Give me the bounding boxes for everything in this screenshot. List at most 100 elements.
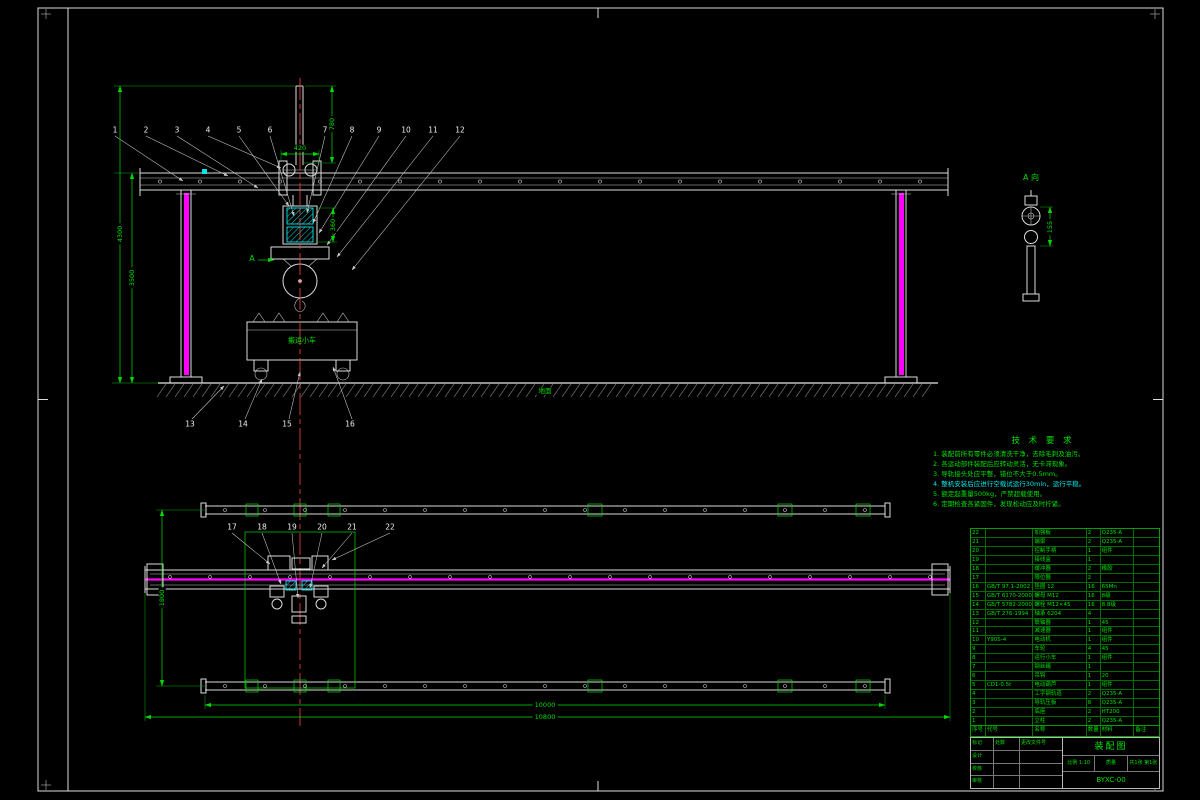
bom-cell: CD1-0.5t: [984, 681, 1032, 690]
tb-count-label: 处数: [993, 738, 1019, 750]
bom-cell: 限位器: [1032, 573, 1085, 582]
bom-cell: 22: [972, 530, 979, 536]
bom-row: 14 GB/T 5782-2000 螺栓 M12×45 16 8.8级: [971, 599, 1159, 609]
bom-cell: 备注: [1133, 725, 1159, 736]
bom-cell: [984, 699, 1032, 708]
bom-cell: 2: [1085, 529, 1100, 537]
bom-cell: [984, 546, 1032, 555]
bom-cell: GB/T 6170-2000: [984, 591, 1032, 600]
bom-row: 2 底座 2 HT200: [971, 707, 1159, 717]
cart-label: 搬运小车: [288, 336, 316, 345]
tech-requirement-line: 4. 整机安装后应进行空载试运行30min，运行平稳。: [933, 480, 1086, 488]
bom-cell: Y90S-4: [984, 636, 1032, 645]
bom-cell: [1133, 529, 1159, 537]
bom-cell: [1133, 591, 1159, 600]
part-balloon: 8: [349, 125, 355, 135]
bom-cell: 序号: [972, 726, 984, 733]
bom-cell: [1133, 681, 1159, 690]
bom-cell: 16: [1085, 600, 1100, 609]
bom-cell: [1133, 690, 1159, 699]
bom-cell: [1133, 672, 1159, 681]
bom-cell: 2: [1085, 708, 1100, 717]
bom-cell: 1: [1085, 672, 1100, 681]
bom-cell: [984, 654, 1032, 663]
tech-requirement-line: 1. 装配前所有零件必须清洗干净，去除毛刺及油污。: [933, 450, 1085, 458]
bom-row: 8 运行小车 1 组件: [971, 653, 1159, 663]
bom-cell: 18: [972, 565, 979, 572]
dim-rail-height: 3500: [127, 267, 136, 289]
title-block-right: 装配图 比例 1:10 质量 共1张 第1张 BYXC-00: [1063, 738, 1159, 788]
bom-cell: Q235-A: [1099, 690, 1134, 699]
bom-cell: 工字钢轨道: [1032, 690, 1085, 699]
bom-cell: 名称: [1032, 725, 1085, 736]
bom-cell: [984, 708, 1032, 717]
bom-cell: [984, 627, 1032, 636]
bom-row: 1 立柱 2 Q235-A: [971, 716, 1159, 725]
bom-row: 6 吊钩 1 20: [971, 671, 1159, 681]
bom-cell: 20: [1099, 672, 1134, 681]
tb-sheet: 共1张 第1张: [1126, 756, 1159, 771]
bom-cell: 钢丝绳: [1032, 663, 1085, 672]
tech-requirement-line: 2. 各运动部件装配后应转动灵活，无卡滞现象。: [933, 460, 1072, 468]
part-balloon: 3: [174, 125, 180, 135]
bom-cell: Q235-A: [1099, 717, 1134, 725]
bom-cell: 减速器: [1032, 627, 1085, 636]
bom-row: 13 GB/T 276-1994 轴承 6204 4: [971, 608, 1159, 618]
part-balloon: 12: [455, 125, 465, 135]
bom-cell: 电动机: [1032, 636, 1085, 645]
tb-audit-label: 审核: [972, 778, 983, 785]
bom-cell: 2: [1085, 717, 1100, 725]
bom-cell: 电动葫芦: [1032, 681, 1085, 690]
bom-row: 9 车轮 4 45: [971, 644, 1159, 654]
part-balloon: 15: [282, 419, 292, 429]
part-balloon: 20: [317, 522, 327, 532]
bom-cell: 4: [1085, 609, 1100, 618]
bom-cell: [1099, 663, 1134, 672]
part-balloon: 9: [376, 125, 382, 135]
bom-cell: 材料: [1099, 725, 1134, 736]
bom-cell: 运行小车: [1032, 654, 1085, 663]
bom-cell: [984, 555, 1032, 564]
bom-row: 19 接线盒 1: [971, 554, 1159, 564]
bom-cell: 组件: [1099, 636, 1134, 645]
bom-cell: [1133, 546, 1159, 555]
plan-dimensions: [144, 509, 951, 721]
bom-cell: 1: [1085, 636, 1100, 645]
title-block: 标记 处数 更改文件号 设计 校核 审核 装配图 比例 1:10 质量 共1张 …: [970, 737, 1160, 789]
bom-cell: 3: [972, 700, 976, 707]
bom-cell: [1133, 537, 1159, 546]
bom-row: 11 减速器 1 组件: [971, 626, 1159, 636]
bom-cell: [1133, 636, 1159, 645]
tb-design-label: 设计: [972, 752, 983, 759]
bom-cell: GB/T 97.1-2002: [984, 582, 1032, 591]
bom-cell: 联轴器: [1032, 618, 1085, 627]
bom-cell: [1133, 600, 1159, 609]
leader-lines-top: [114, 135, 461, 271]
bom-row: 4 工字钢轨道 2 Q235-A: [971, 689, 1159, 699]
part-balloon: 14: [238, 419, 248, 429]
dim-mast-height: 780: [327, 115, 336, 133]
part-balloon: 6: [267, 125, 273, 135]
bom-cell: 端梁: [1032, 537, 1085, 546]
tb-scale: 比例 1:10: [1067, 760, 1091, 766]
bom-cell: 导轨压板: [1032, 699, 1085, 708]
part-balloon: 7: [322, 125, 328, 135]
bom-cell: 21: [972, 538, 979, 545]
bom-cell: [984, 529, 1032, 537]
bom-row: 3 导轨压板 8 Q235-A: [971, 698, 1159, 708]
bom-cell: 2: [1085, 564, 1100, 573]
bom-cell: 组件: [1099, 681, 1134, 690]
leader-lines-bottom: [191, 366, 353, 420]
bom-cell: [1133, 609, 1159, 618]
bom-cell: 1: [1085, 627, 1100, 636]
technical-requirements: 技 术 要 求 1. 装配前所有零件必须清洗干净，去除毛刺及油污。 2. 各运动部…: [933, 434, 1153, 509]
bom-cell: [1133, 663, 1159, 672]
plan-view: [144, 502, 951, 721]
bom-cell: 20: [972, 547, 979, 554]
bom-cell: 螺母 M12: [1032, 591, 1085, 600]
part-balloon: 5: [236, 125, 242, 135]
bom-cell: 6: [972, 673, 976, 680]
bom-cell: [984, 663, 1032, 672]
bom-cell: 数量: [1085, 725, 1100, 736]
part-balloon: 21: [347, 522, 357, 532]
